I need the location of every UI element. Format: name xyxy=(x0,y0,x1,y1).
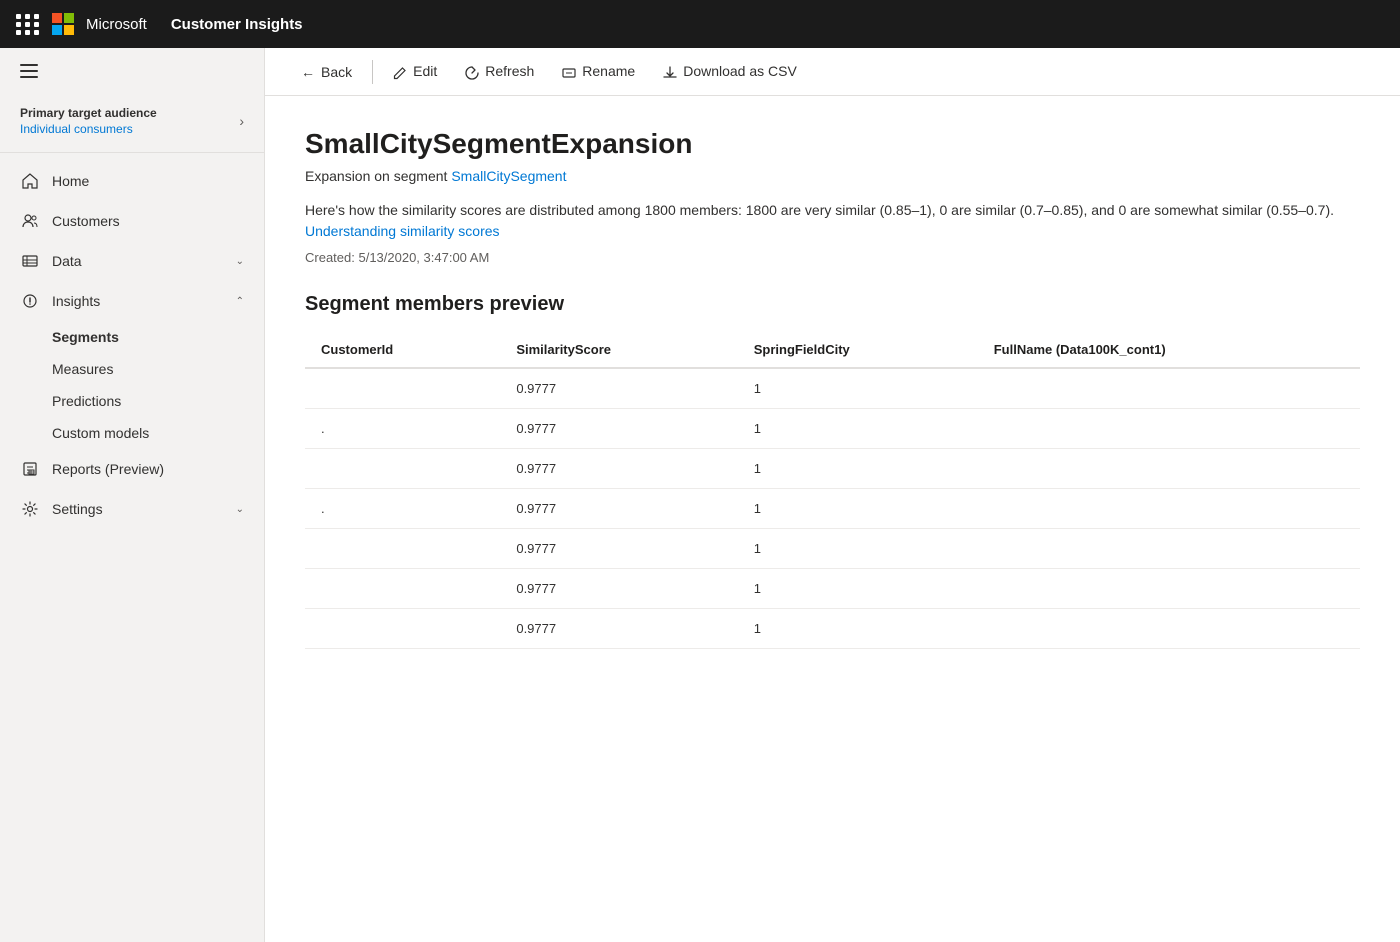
settings-icon xyxy=(20,499,40,519)
refresh-button[interactable]: Refresh xyxy=(453,57,546,85)
col-springfield: SpringFieldCity xyxy=(738,332,978,368)
table-row: 0.97771 xyxy=(305,449,1360,489)
hamburger-icon xyxy=(20,64,244,78)
table-row: 0.97771 xyxy=(305,569,1360,609)
sidebar-item-insights-label: Insights xyxy=(52,293,100,309)
download-label: Download as CSV xyxy=(683,63,797,79)
settings-chevron-icon: ⌄ xyxy=(236,504,244,515)
description-text: Here's how the similarity scores are dis… xyxy=(305,202,1334,218)
page-content: SmallCitySegmentExpansion Expansion on s… xyxy=(265,96,1400,942)
waffle-icon[interactable] xyxy=(16,14,40,35)
home-icon xyxy=(20,171,40,191)
microsoft-logo xyxy=(52,13,74,35)
col-fullname: FullName (Data100K_cont1) xyxy=(978,332,1360,368)
sidebar-item-insights[interactable]: Insights ⌃ xyxy=(0,281,264,321)
back-icon: ← xyxy=(301,64,315,80)
reports-icon xyxy=(20,459,40,479)
app-title: Customer Insights xyxy=(171,16,303,33)
table-row: .0.97771 xyxy=(305,489,1360,529)
sidebar-item-segments-label: Segments xyxy=(52,329,119,345)
segment-description: Here's how the similarity scores are dis… xyxy=(305,200,1360,242)
segment-subtitle: Expansion on segment SmallCitySegment xyxy=(305,168,1360,184)
segment-title: SmallCitySegmentExpansion xyxy=(305,128,1360,160)
audience-value: Individual consumers xyxy=(20,122,157,136)
data-icon xyxy=(20,251,40,271)
segment-created: Created: 5/13/2020, 3:47:00 AM xyxy=(305,250,1360,265)
sidebar-nav: Home Customers xyxy=(0,153,264,942)
sidebar-item-settings[interactable]: Settings ⌄ xyxy=(0,489,264,529)
sidebar-item-data-label: Data xyxy=(52,253,82,269)
hamburger-button[interactable] xyxy=(0,48,264,94)
data-chevron-icon: ⌄ xyxy=(236,256,244,267)
subtitle-prefix: Expansion on segment xyxy=(305,168,451,184)
table-row: 0.97771 xyxy=(305,368,1360,409)
refresh-icon xyxy=(465,63,479,79)
subtitle-link[interactable]: SmallCitySegment xyxy=(451,168,566,184)
rename-button[interactable]: Rename xyxy=(550,57,647,85)
table-row: .0.97771 xyxy=(305,409,1360,449)
sidebar-item-data[interactable]: Data ⌄ xyxy=(0,241,264,281)
main-layout: Primary target audience Individual consu… xyxy=(0,48,1400,942)
toolbar: ← Back Edit Refresh xyxy=(265,48,1400,96)
col-customerid: CustomerId xyxy=(305,332,500,368)
download-button[interactable]: Download as CSV xyxy=(651,57,809,85)
sidebar-item-reports[interactable]: Reports (Preview) xyxy=(0,449,264,489)
sidebar-item-home[interactable]: Home xyxy=(0,161,264,201)
sidebar-item-custom-models-label: Custom models xyxy=(52,425,149,441)
insights-chevron-icon: ⌃ xyxy=(236,296,244,307)
rename-icon xyxy=(562,63,576,79)
brand-name: Microsoft xyxy=(86,16,147,33)
sidebar-item-segments[interactable]: Segments xyxy=(0,321,264,353)
back-button[interactable]: ← Back xyxy=(289,58,364,86)
edit-button[interactable]: Edit xyxy=(381,57,449,85)
audience-chevron-icon: › xyxy=(239,113,244,129)
content-area: ← Back Edit Refresh xyxy=(265,48,1400,942)
col-similarity: SimilarityScore xyxy=(500,332,737,368)
sidebar: Primary target audience Individual consu… xyxy=(0,48,265,942)
refresh-label: Refresh xyxy=(485,63,534,79)
sidebar-item-custom-models[interactable]: Custom models xyxy=(0,417,264,449)
sidebar-item-reports-label: Reports (Preview) xyxy=(52,461,164,477)
sidebar-item-measures-label: Measures xyxy=(52,361,113,377)
sidebar-item-predictions[interactable]: Predictions xyxy=(0,385,264,417)
insights-icon xyxy=(20,291,40,311)
sidebar-item-customers-label: Customers xyxy=(52,213,120,229)
audience-selector[interactable]: Primary target audience Individual consu… xyxy=(0,94,264,153)
sidebar-item-customers[interactable]: Customers xyxy=(0,201,264,241)
table-row: 0.97771 xyxy=(305,529,1360,569)
sidebar-item-settings-label: Settings xyxy=(52,501,103,517)
audience-label: Primary target audience xyxy=(20,106,157,120)
sidebar-item-home-label: Home xyxy=(52,173,89,189)
toolbar-divider xyxy=(372,60,373,84)
customers-icon xyxy=(20,211,40,231)
table-row: 0.97771 xyxy=(305,609,1360,649)
edit-label: Edit xyxy=(413,63,437,79)
similarity-scores-link[interactable]: Understanding similarity scores xyxy=(305,223,500,239)
download-icon xyxy=(663,63,677,79)
members-table: CustomerId SimilarityScore SpringFieldCi… xyxy=(305,332,1360,649)
topbar: Microsoft Customer Insights xyxy=(0,0,1400,48)
rename-label: Rename xyxy=(582,63,635,79)
sidebar-item-predictions-label: Predictions xyxy=(52,393,121,409)
edit-icon xyxy=(393,63,407,79)
sidebar-item-measures[interactable]: Measures xyxy=(0,353,264,385)
back-label: Back xyxy=(321,64,352,80)
preview-title: Segment members preview xyxy=(305,293,1360,316)
